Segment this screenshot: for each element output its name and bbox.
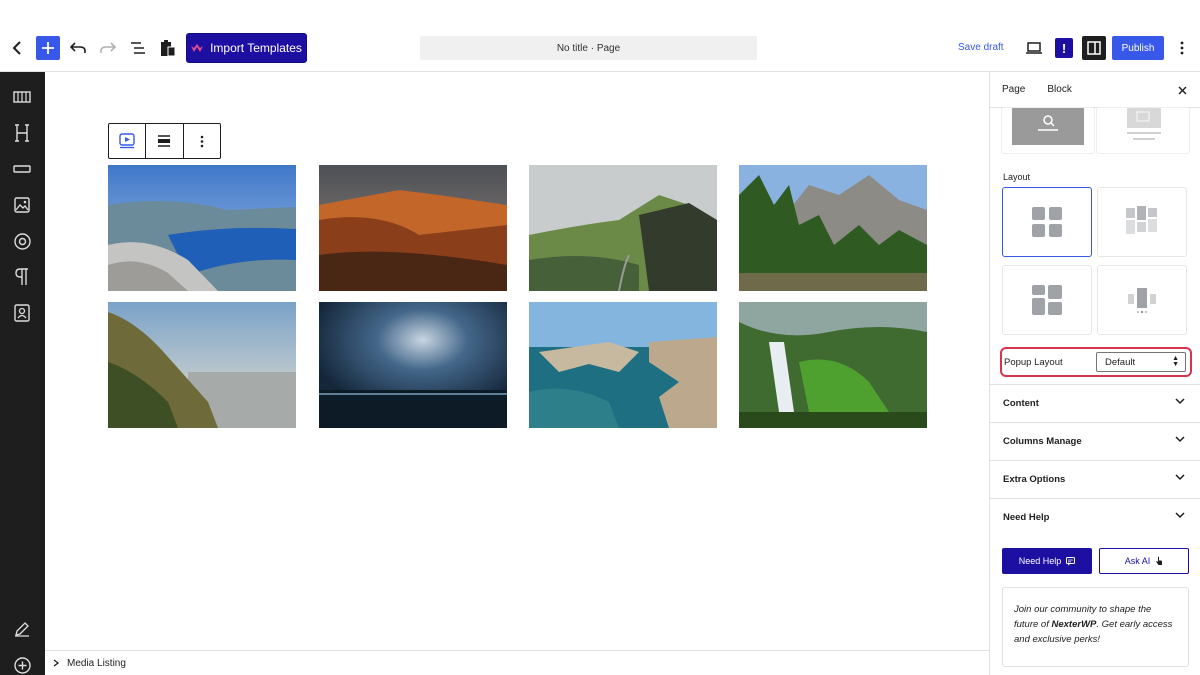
- button-block-icon[interactable]: [10, 157, 34, 181]
- select-caret-icon: ▲ ▼: [1172, 355, 1179, 368]
- edit-pencil-icon[interactable]: [10, 617, 34, 641]
- pointer-hand-icon: [1156, 556, 1163, 565]
- chevron-right-icon: [53, 659, 59, 667]
- document-overview-icon[interactable]: [126, 36, 150, 60]
- gallery-image-sea-arches[interactable]: [529, 302, 717, 428]
- publish-button[interactable]: Publish: [1112, 36, 1164, 60]
- tab-block[interactable]: Block: [1047, 84, 1071, 95]
- block-category-rail: [0, 72, 45, 675]
- ask-ai-label: Ask AI: [1124, 556, 1151, 566]
- gallery-image-ridge[interactable]: [529, 165, 717, 291]
- carousel-layout-icon: [1128, 288, 1156, 313]
- block-type-button[interactable]: [109, 124, 147, 158]
- publish-label: Publish: [1121, 42, 1155, 54]
- gallery-image-coast[interactable]: [108, 302, 296, 428]
- layout-option-masonry[interactable]: [1097, 187, 1187, 257]
- grid-layout-icon: [1032, 207, 1062, 237]
- profile-card-icon[interactable]: [10, 301, 34, 325]
- redo-icon[interactable]: [96, 36, 120, 60]
- panel-extra-title: Extra Options: [1003, 474, 1066, 485]
- panel-need-help[interactable]: Need Help: [990, 498, 1200, 536]
- block-breadcrumb: Media Listing: [45, 650, 989, 675]
- layout-option-grid[interactable]: [1002, 187, 1092, 257]
- editor-canvas[interactable]: [45, 72, 989, 650]
- masonry-layout-icon: [1126, 206, 1157, 234]
- gallery-image-waterfall[interactable]: [739, 302, 927, 428]
- undo-icon[interactable]: [66, 36, 90, 60]
- popup-layout-select[interactable]: Default ▲ ▼: [1096, 352, 1186, 372]
- ask-ai-button[interactable]: Ask AI: [1099, 548, 1189, 574]
- nexter-logo-icon: [191, 44, 204, 52]
- layout-label: Layout: [1003, 172, 1031, 182]
- block-options-button[interactable]: [184, 124, 220, 158]
- chevron-down-icon: [1175, 512, 1185, 519]
- panel-content[interactable]: Content: [990, 384, 1200, 422]
- notice-label: !: [1061, 40, 1067, 56]
- clipboard-icon[interactable]: [156, 36, 180, 60]
- media-play-icon: [119, 133, 135, 149]
- notice-button[interactable]: !: [1055, 38, 1073, 58]
- add-circle-icon[interactable]: [10, 653, 34, 675]
- import-templates-label: Import Templates: [210, 41, 302, 55]
- layout-option-metro[interactable]: [1002, 265, 1092, 335]
- style-option-card[interactable]: [1096, 107, 1190, 154]
- style-option-zoom[interactable]: [1001, 107, 1095, 154]
- popup-layout-value: Default: [1105, 356, 1136, 368]
- need-help-label: Need Help: [1018, 556, 1062, 566]
- preview-device-icon[interactable]: [1022, 36, 1046, 60]
- chevron-down-icon: [1175, 474, 1185, 481]
- panel-columns-manage[interactable]: Columns Manage: [990, 422, 1200, 460]
- heading-icon[interactable]: [10, 121, 34, 145]
- back-icon[interactable]: [6, 36, 30, 60]
- panel-extra-options[interactable]: Extra Options: [990, 460, 1200, 498]
- tab-page[interactable]: Page: [1002, 84, 1025, 95]
- gallery-image-yosemite[interactable]: [739, 165, 927, 291]
- align-button[interactable]: [146, 124, 184, 158]
- chevron-down-icon: [1175, 398, 1185, 405]
- close-icon[interactable]: [1174, 82, 1190, 98]
- more-vertical-icon: [200, 135, 204, 147]
- chat-icon: [1066, 556, 1076, 565]
- options-menu-icon[interactable]: [1172, 36, 1192, 60]
- need-help-button[interactable]: Need Help: [1002, 548, 1092, 574]
- add-block-button[interactable]: [36, 36, 60, 60]
- align-wide-icon: [158, 135, 171, 147]
- document-title-bar[interactable]: No title · Page: [420, 36, 757, 60]
- layout-option-carousel[interactable]: [1097, 265, 1187, 335]
- gallery-image-canyon[interactable]: [319, 165, 507, 291]
- community-callout: Join our community to shape the future o…: [1002, 587, 1189, 667]
- settings-panel-toggle[interactable]: [1082, 36, 1106, 60]
- popup-layout-label: Popup Layout: [1004, 356, 1063, 368]
- zoom-preview-icon: [1012, 108, 1084, 145]
- media-listing-block-icon[interactable]: [10, 85, 34, 109]
- popup-layout-control: Popup Layout Default ▲ ▼: [1000, 347, 1192, 377]
- card-preview-icon: [1127, 108, 1161, 140]
- block-toolbar: [108, 123, 221, 159]
- sidebar-icon: [1087, 41, 1101, 55]
- gallery-image-storm[interactable]: [319, 302, 507, 428]
- metro-layout-icon: [1032, 285, 1062, 315]
- target-icon[interactable]: [10, 229, 34, 253]
- document-title: No title · Page: [556, 42, 621, 54]
- panel-columns-title: Columns Manage: [1003, 436, 1082, 447]
- sidebar-tabs: Page Block: [990, 72, 1200, 108]
- editor-header: Import Templates No title · Page Save dr…: [0, 0, 1200, 72]
- community-brand[interactable]: NexterWP: [1052, 619, 1097, 630]
- save-draft-button[interactable]: Save draft: [958, 42, 1004, 53]
- panel-content-title: Content: [1003, 398, 1039, 409]
- breadcrumb-item[interactable]: Media Listing: [67, 658, 126, 669]
- settings-sidebar: Page Block Layout Popup Layout Default ▲…: [989, 72, 1200, 675]
- image-icon[interactable]: [10, 193, 34, 217]
- paragraph-icon[interactable]: [10, 265, 34, 289]
- panel-need-help-title: Need Help: [1003, 512, 1050, 523]
- chevron-down-icon: [1175, 436, 1185, 443]
- import-templates-button[interactable]: Import Templates: [186, 33, 307, 63]
- gallery-image-fjord[interactable]: [108, 165, 296, 291]
